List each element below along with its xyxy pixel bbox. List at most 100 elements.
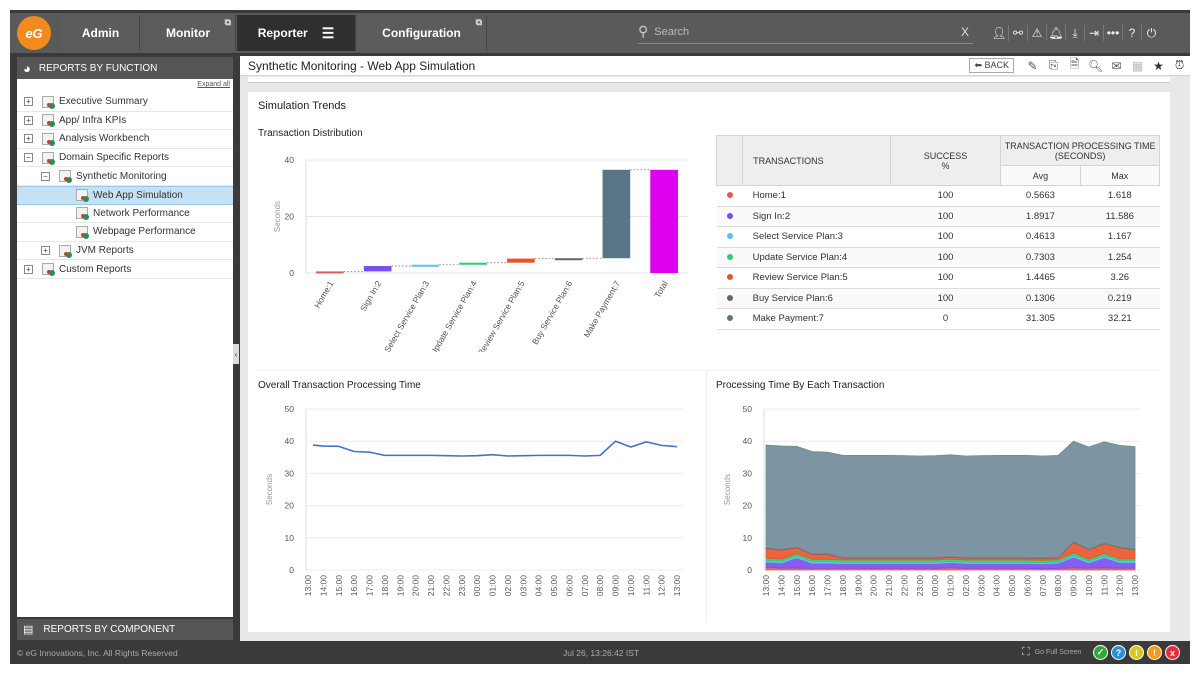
alarm-icon[interactable]: ⏰︎: [1169, 58, 1190, 73]
waterfall-bar: [316, 271, 344, 274]
transactions-table: TRANSACTIONS SUCCESS% TRANSACTION PROCES…: [715, 135, 1161, 330]
expand-icon[interactable]: +: [24, 264, 33, 274]
expand-all-link[interactable]: Expand all: [197, 81, 230, 88]
status-unknown-icon[interactable]: ?: [1111, 645, 1126, 660]
report-icon: [76, 225, 89, 239]
waterfall-bar: [459, 262, 487, 265]
expand-icon[interactable]: +: [41, 246, 50, 256]
collapse-sidebar-handle[interactable]: ‹: [233, 344, 239, 364]
table-row[interactable]: Sign In:2 100 1.8917 11.586: [716, 206, 1160, 227]
status-info-icon[interactable]: i: [1129, 645, 1144, 660]
expand-icon[interactable]: +: [24, 134, 33, 144]
tree-item[interactable]: + JVM Reports: [17, 242, 233, 261]
nav-tab-configuration[interactable]: Configuration ⧉: [357, 15, 487, 51]
table-row[interactable]: Update Service Plan:4 100 0.7303 1.254: [716, 247, 1160, 268]
eg-logo[interactable]: eG: [17, 16, 51, 50]
signin-icon[interactable]: ⇥: [1085, 25, 1104, 41]
max-header: Max: [1079, 165, 1161, 186]
link-icon[interactable]: ⚯: [1009, 25, 1028, 41]
waterfall-bar: [411, 264, 440, 267]
table-row[interactable]: Make Payment:7 0 31.305 32.21: [716, 308, 1160, 330]
table-row[interactable]: Review Service Plan:5 100 1.4465 3.26: [716, 267, 1160, 289]
x-tick-label: Make Payment:7: [582, 279, 623, 339]
y-axis-title: Seconds: [723, 474, 732, 505]
go-full-screen-button[interactable]: ⛶ Go Full Screen: [1022, 646, 1081, 659]
x-tick-label: 21:00: [426, 575, 436, 597]
nav-tab-reporter[interactable]: Reporter ☰: [237, 15, 356, 51]
external-link-icon[interactable]: ⧉: [476, 17, 482, 28]
table-row[interactable]: Home:1 100 0.5663 1.618: [716, 185, 1160, 207]
sidebar-header[interactable]: ◕ REPORTS BY FUNCTION: [17, 57, 233, 79]
tree-item[interactable]: − Domain Specific Reports: [17, 149, 233, 168]
more-icon[interactable]: •••: [1104, 25, 1123, 41]
tree-item-label: Analysis Workbench: [59, 133, 150, 145]
alert-icon[interactable]: ⚠︎: [1028, 25, 1047, 41]
x-tick-label: Home:1: [312, 279, 336, 310]
x-tick-label: 03:00: [976, 575, 986, 597]
copy-report-icon[interactable]: ⎘: [1043, 58, 1064, 73]
x-tick-label: 10:00: [626, 575, 636, 597]
x-tick-label: 12:00: [657, 575, 667, 597]
status-critical-icon[interactable]: x: [1165, 645, 1180, 660]
pdf-report-icon[interactable]: 🗎: [1064, 55, 1085, 76]
help-icon[interactable]: ?: [1123, 25, 1142, 41]
tree-item[interactable]: Webpage Performance: [17, 223, 233, 242]
tree-item[interactable]: + Executive Summary: [17, 93, 233, 112]
hamburger-icon[interactable]: ☰: [322, 25, 335, 42]
search-report-icon[interactable]: 🔍︎: [1085, 59, 1106, 73]
nav-tab-label: Configuration: [382, 26, 461, 40]
table-row[interactable]: Select Service Plan:3 100 0.4613 1.167: [716, 226, 1160, 248]
x-tick-label: 13:00: [672, 575, 682, 597]
power-icon[interactable]: ⏻: [1142, 25, 1161, 41]
y-tick-label: 10: [285, 533, 295, 543]
external-link-icon[interactable]: ⧉: [225, 17, 231, 28]
avg-cell: 0.5663: [1000, 185, 1081, 207]
star-icon[interactable]: ★: [1148, 59, 1169, 73]
x-tick-label: 22:00: [441, 575, 451, 597]
name-cell: Update Service Plan:4: [742, 247, 891, 268]
tree-item[interactable]: + App/ Infra KPIs: [17, 112, 233, 131]
x-tick-label: 04:00: [534, 575, 544, 597]
success-cell: 100: [890, 206, 1001, 227]
x-tick-label: 14:00: [318, 575, 328, 597]
tree-item[interactable]: Web App Simulation: [17, 186, 233, 205]
expand-icon[interactable]: +: [24, 97, 33, 107]
tree-item[interactable]: + Analysis Workbench: [17, 130, 233, 149]
table-row[interactable]: Buy Service Plan:6 100 0.1306 0.219: [716, 288, 1160, 309]
expand-icon[interactable]: +: [24, 115, 33, 125]
x-tick-label: 11:00: [641, 575, 651, 596]
avg-cell: 1.8917: [1000, 206, 1081, 227]
color-cell: [716, 226, 743, 248]
nav-tab-monitor[interactable]: Monitor ⧉: [141, 15, 236, 51]
back-button[interactable]: ⬅ BACK: [969, 58, 1014, 73]
download-icon[interactable]: ⤓: [1066, 25, 1085, 41]
collapse-icon[interactable]: −: [24, 153, 33, 163]
reports-by-component-header[interactable]: ▤ REPORTS BY COMPONENT: [17, 619, 233, 640]
y-tick-label: 20: [743, 501, 753, 511]
nav-tab-admin[interactable]: Admin: [62, 15, 140, 51]
name-cell: Buy Service Plan:6: [742, 288, 891, 309]
series-color-dot: [726, 212, 733, 219]
status-warning-icon[interactable]: !: [1147, 645, 1162, 660]
clear-search-button[interactable]: X: [961, 25, 969, 39]
tree-item[interactable]: Network Performance: [17, 205, 233, 224]
tree-item[interactable]: + Custom Reports: [17, 260, 233, 279]
fullscreen-icon: ⛶: [1022, 646, 1030, 658]
y-tick-label: 20: [285, 212, 295, 222]
excel-icon[interactable]: ▦: [1127, 59, 1148, 73]
x-tick-label: 14:00: [776, 575, 786, 597]
edit-report-icon[interactable]: ✎: [1022, 59, 1043, 73]
email-icon[interactable]: ✉: [1106, 59, 1127, 73]
user-icon[interactable]: 👤︎: [990, 25, 1009, 41]
avg-cell: 1.4465: [1000, 267, 1081, 289]
y-axis-title: Seconds: [273, 201, 282, 232]
fullscreen-label: Go Full Screen: [1034, 649, 1082, 656]
waterfall-bar: [602, 169, 631, 259]
color-cell: [716, 247, 743, 268]
collapse-icon[interactable]: −: [41, 171, 50, 181]
success-cell: 100: [890, 226, 1001, 248]
tree-item[interactable]: − Synthetic Monitoring: [17, 167, 233, 186]
bell-icon[interactable]: 🔔︎: [1047, 25, 1066, 41]
search-input[interactable]: ⚲ Search X: [638, 20, 973, 44]
status-ok-icon[interactable]: ✓: [1093, 645, 1108, 660]
